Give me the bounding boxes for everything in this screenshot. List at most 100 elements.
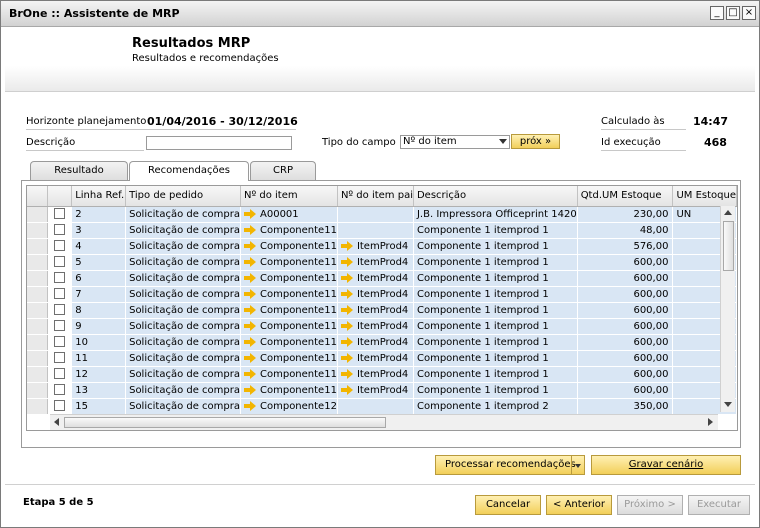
row-checkbox[interactable] [53,384,65,396]
cell-descricao[interactable]: Componente 1 itemprod 1 [413,350,578,367]
cell-item[interactable]: Componente11 [240,222,338,239]
cell-item-pai[interactable] [337,206,414,223]
row-checkbox[interactable] [53,208,65,220]
row-header[interactable] [27,382,48,399]
cell-item-pai[interactable] [337,398,414,415]
cell-item[interactable]: Componente11 [240,318,338,335]
row-checkbox[interactable] [53,304,65,316]
row-header[interactable] [27,318,48,335]
table-row[interactable]: 12 Solicitação de compra Componente11 ItemP… [27,366,737,383]
next-button[interactable]: Próximo > [617,495,683,515]
col-header-um[interactable]: UM Estoque [672,186,737,207]
cell-descricao[interactable]: Componente 1 itemprod 1 [413,318,578,335]
scroll-left-icon[interactable] [54,418,59,426]
link-arrow-icon[interactable] [340,320,353,331]
cell-item[interactable]: Componente11 [240,350,338,367]
cell-linha-ref[interactable]: 11 [71,350,127,367]
table-row[interactable]: 8 Solicitação de compra Componente11 ItemPr… [27,302,737,319]
link-arrow-icon[interactable] [244,352,256,363]
row-header[interactable] [27,398,48,415]
cell-item[interactable]: Componente11 [240,382,338,399]
cell-item[interactable]: Componente11 [240,334,338,351]
row-select-cell[interactable] [47,382,73,399]
row-checkbox[interactable] [53,352,65,364]
cell-linha-ref[interactable]: 10 [71,334,127,351]
cell-tipo-pedido[interactable]: Solicitação de compra [125,270,241,287]
row-select-cell[interactable] [47,334,73,351]
link-arrow-icon[interactable] [244,304,256,315]
cell-tipo-pedido[interactable]: Solicitação de compra [125,350,241,367]
tab-resultado[interactable]: Resultado [30,161,128,180]
link-arrow-icon[interactable] [244,400,256,411]
link-arrow-icon[interactable] [244,256,256,267]
processar-recomendacoes-button[interactable]: Processar recomendações [435,455,585,475]
cell-item[interactable]: Componente12 [240,398,338,415]
tab-recomendacoes[interactable]: Recomendações [129,161,249,181]
row-header[interactable] [27,206,48,223]
row-checkbox[interactable] [53,224,65,236]
cell-tipo-pedido[interactable]: Solicitação de compra [125,334,241,351]
cell-tipo-pedido[interactable]: Solicitação de compra [125,318,241,335]
cell-linha-ref[interactable]: 6 [71,270,127,287]
row-select-cell[interactable] [47,206,73,223]
row-select-cell[interactable] [47,222,73,239]
cell-item-pai[interactable]: ItemProd4 [337,270,414,287]
cancel-button[interactable]: Cancelar [475,495,541,515]
cell-item-pai[interactable]: ItemProd4 [337,318,414,335]
link-arrow-icon[interactable] [340,384,353,395]
scroll-right-icon[interactable] [708,418,713,426]
prox-button[interactable]: próx » [511,134,560,149]
cell-item-pai[interactable]: ItemProd4 [337,286,414,303]
cell-item-pai[interactable]: ItemProd4 [337,382,414,399]
maximize-button[interactable]: □ [726,6,740,20]
row-header[interactable] [27,302,48,319]
cell-item-pai[interactable]: ItemProd4 [337,366,414,383]
cell-tipo-pedido[interactable]: Solicitação de compra [125,382,241,399]
link-arrow-icon[interactable] [244,224,256,235]
close-button[interactable]: × [742,6,756,20]
link-arrow-icon[interactable] [244,288,256,299]
row-header[interactable] [27,350,48,367]
link-arrow-icon[interactable] [340,368,353,379]
cell-tipo-pedido[interactable]: Solicitação de compra [125,286,241,303]
cell-linha-ref[interactable]: 13 [71,382,127,399]
link-arrow-icon[interactable] [340,272,353,283]
cell-qtd[interactable]: 600,00 [577,318,674,335]
cell-qtd[interactable]: 576,00 [577,238,674,255]
link-arrow-icon[interactable] [340,336,353,347]
processar-dropdown[interactable] [571,456,584,474]
row-checkbox[interactable] [53,256,65,268]
cell-linha-ref[interactable]: 5 [71,254,127,271]
cell-qtd[interactable]: 600,00 [577,254,674,271]
vertical-scroll-thumb[interactable] [723,221,734,271]
row-header[interactable] [27,366,48,383]
cell-qtd[interactable]: 230,00 [577,206,674,223]
cell-item[interactable]: A00001 [240,206,338,223]
cell-linha-ref[interactable]: 7 [71,286,127,303]
cell-qtd[interactable]: 350,00 [577,398,674,415]
cell-qtd[interactable]: 600,00 [577,302,674,319]
table-row[interactable]: 2 Solicitação de compra A00001 J.B. Impress… [27,206,737,223]
cell-linha-ref[interactable]: 3 [71,222,127,239]
cell-qtd[interactable]: 600,00 [577,286,674,303]
cell-item-pai[interactable]: ItemProd4 [337,238,414,255]
cell-item-pai[interactable]: ItemProd4 [337,350,414,367]
execute-button[interactable]: Executar [688,495,750,515]
row-header[interactable] [27,254,48,271]
tipo-campo-select[interactable]: Nº do item [400,135,510,149]
cell-linha-ref[interactable]: 15 [71,398,127,415]
row-checkbox[interactable] [53,368,65,380]
col-header-item-pai[interactable]: Nº do item pai [337,186,414,207]
scroll-up-icon[interactable] [724,210,732,215]
link-arrow-icon[interactable] [340,288,353,299]
row-select-cell[interactable] [47,318,73,335]
row-select-cell[interactable] [47,238,73,255]
cell-item-pai[interactable]: ItemProd4 [337,254,414,271]
link-arrow-icon[interactable] [340,304,353,315]
row-checkbox[interactable] [53,288,65,300]
cell-qtd[interactable]: 600,00 [577,350,674,367]
table-row[interactable]: 5 Solicitação de compra Componente11 ItemPr… [27,254,737,271]
col-header-descricao[interactable]: Descrição [413,186,578,207]
cell-tipo-pedido[interactable]: Solicitação de compra [125,398,241,415]
col-header-linha-ref[interactable]: Linha Ref. [71,186,127,207]
